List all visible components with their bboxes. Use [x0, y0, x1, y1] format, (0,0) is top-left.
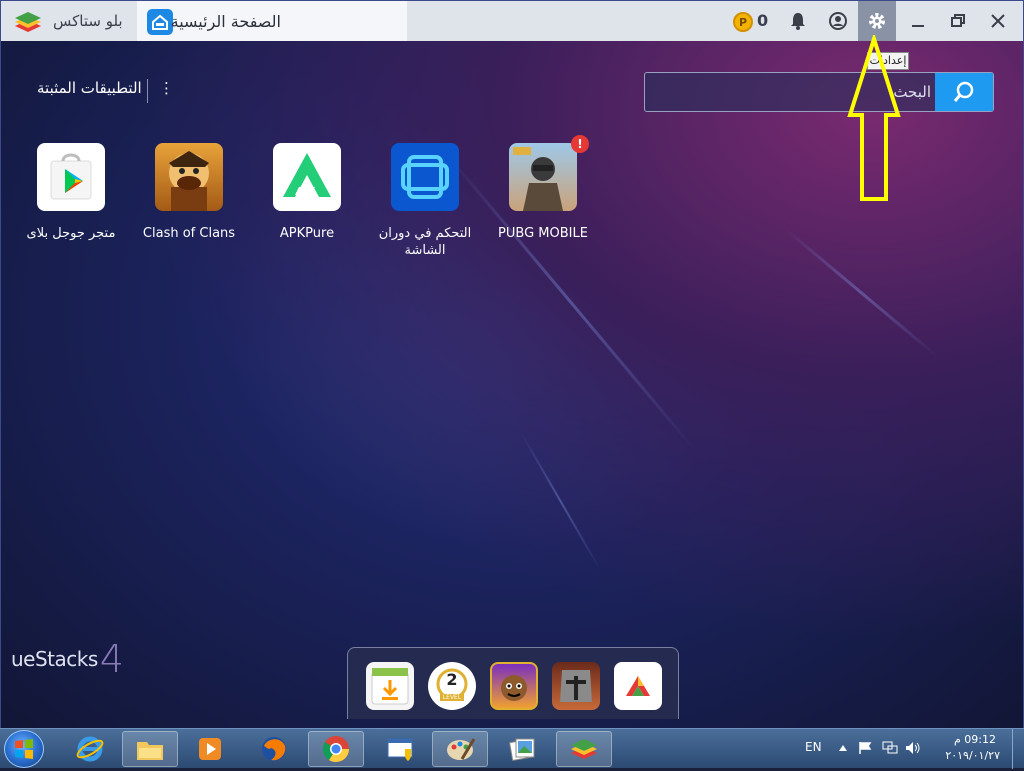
- tab-home-label: الصفحة الرئيسية: [170, 12, 281, 31]
- light-streak: [520, 432, 602, 572]
- search-button[interactable]: [935, 73, 993, 111]
- taskbar-chrome[interactable]: [308, 731, 364, 767]
- knight-game-icon[interactable]: [552, 662, 600, 710]
- brand-version: 4: [99, 637, 124, 681]
- restore-button[interactable]: [939, 1, 977, 41]
- taskbar-firefox[interactable]: [246, 731, 302, 767]
- divider: [147, 79, 148, 103]
- pubg-icon: [509, 143, 577, 211]
- apkpure-icon: [273, 143, 341, 211]
- minimize-icon: [912, 25, 924, 27]
- language-indicator[interactable]: EN: [805, 740, 822, 754]
- show-desktop-button[interactable]: [1012, 729, 1024, 769]
- yellow-arrow-annotation: [847, 35, 901, 201]
- tab-home[interactable]: الصفحة الرئيسية: [137, 1, 407, 41]
- clock-date[interactable]: ٢٠١٩/٠١/٢٧: [938, 749, 1000, 762]
- clash-of-clans-icon: [155, 143, 223, 211]
- firefox-icon: [262, 737, 286, 761]
- bluestacks-logo[interactable]: [11, 10, 45, 34]
- level-word: LEVEL: [442, 694, 462, 701]
- app-label: Clash of Clans: [142, 226, 236, 241]
- close-icon: [991, 14, 1005, 28]
- app-installer-icon[interactable]: [366, 662, 414, 710]
- chrome-icon: [322, 736, 350, 763]
- search-icon: [953, 81, 974, 102]
- clock-time[interactable]: 09:12 م: [948, 733, 996, 746]
- dock: 2 LEVEL: [347, 647, 679, 719]
- taskbar-internet-explorer[interactable]: [62, 731, 118, 767]
- app-google-play[interactable]: متجر جوجل بلاى: [11, 143, 131, 242]
- media-player-icon: [199, 738, 221, 760]
- bluestacks-window: بلو ستاكس الصفحة الرئيسية P 0 التطبيقات …: [0, 0, 1024, 729]
- windows-logo-icon: [15, 739, 33, 759]
- more-options-icon[interactable]: ⋮: [159, 79, 174, 97]
- user-icon: [829, 12, 847, 30]
- windows-taskbar: EN 09:12 م ٢٠١٩/٠١/٢٧: [0, 728, 1024, 769]
- minimize-button[interactable]: [899, 1, 937, 41]
- action-center-flag-icon[interactable]: [858, 741, 872, 755]
- app-name: بلو ستاكس: [53, 12, 123, 30]
- gear-icon: [869, 13, 885, 29]
- rotation-control-icon: [391, 143, 459, 211]
- taskbar-file-explorer[interactable]: [122, 731, 178, 767]
- paint-palette-icon: [447, 738, 476, 760]
- bluestacks-brand: ueStacks4: [11, 631, 124, 681]
- internet-explorer-icon: [76, 736, 104, 762]
- app-label: APKPure: [279, 226, 335, 241]
- bell-icon: [791, 13, 805, 30]
- level-number: 2: [446, 670, 458, 689]
- installed-apps-title: التطبيقات المثبتة: [37, 79, 142, 97]
- app-center-icon[interactable]: [614, 662, 662, 710]
- folder-icon: [137, 742, 163, 760]
- coin-icon[interactable]: P: [733, 12, 753, 32]
- app-apkpure[interactable]: APKPure: [247, 143, 367, 242]
- taskbar-media-player[interactable]: [182, 731, 238, 767]
- app-pubg[interactable]: ! PUBG MOBILE: [483, 135, 603, 242]
- taskbar-photos[interactable]: [494, 731, 550, 767]
- taskbar-bluestacks[interactable]: [556, 731, 612, 767]
- app-label: التحكم في دوران الشاشة: [378, 226, 472, 258]
- search-box: [644, 72, 994, 112]
- volume-icon[interactable]: [905, 741, 921, 755]
- light-streak: [783, 227, 939, 358]
- brand-text: ueStacks: [11, 647, 98, 671]
- close-button[interactable]: [979, 1, 1017, 41]
- coin-count: 0: [757, 11, 769, 30]
- level-badge-icon[interactable]: 2 LEVEL: [428, 662, 476, 710]
- app-clash-of-clans[interactable]: Clash of Clans: [129, 143, 249, 242]
- app-rotation-control[interactable]: التحكم في دوران الشاشة: [365, 143, 485, 259]
- notification-badge: !: [571, 135, 589, 153]
- google-play-icon: [37, 143, 105, 211]
- taskbar-paint[interactable]: [432, 731, 488, 767]
- shield-window-icon: [387, 738, 413, 761]
- bluestacks-taskbar-icon: [571, 739, 597, 759]
- app-label: متجر جوجل بلاى: [26, 226, 116, 241]
- app-label: PUBG MOBILE: [498, 226, 588, 241]
- notifications-button[interactable]: [779, 1, 817, 41]
- game-character-icon[interactable]: [490, 662, 538, 710]
- start-button[interactable]: [4, 730, 44, 768]
- photos-icon: [508, 738, 535, 762]
- home-icon: [147, 9, 173, 35]
- restore-icon: [951, 14, 965, 27]
- taskbar-security[interactable]: [372, 731, 428, 767]
- network-icon[interactable]: [882, 741, 898, 755]
- tray-show-hidden-icon[interactable]: [838, 743, 848, 753]
